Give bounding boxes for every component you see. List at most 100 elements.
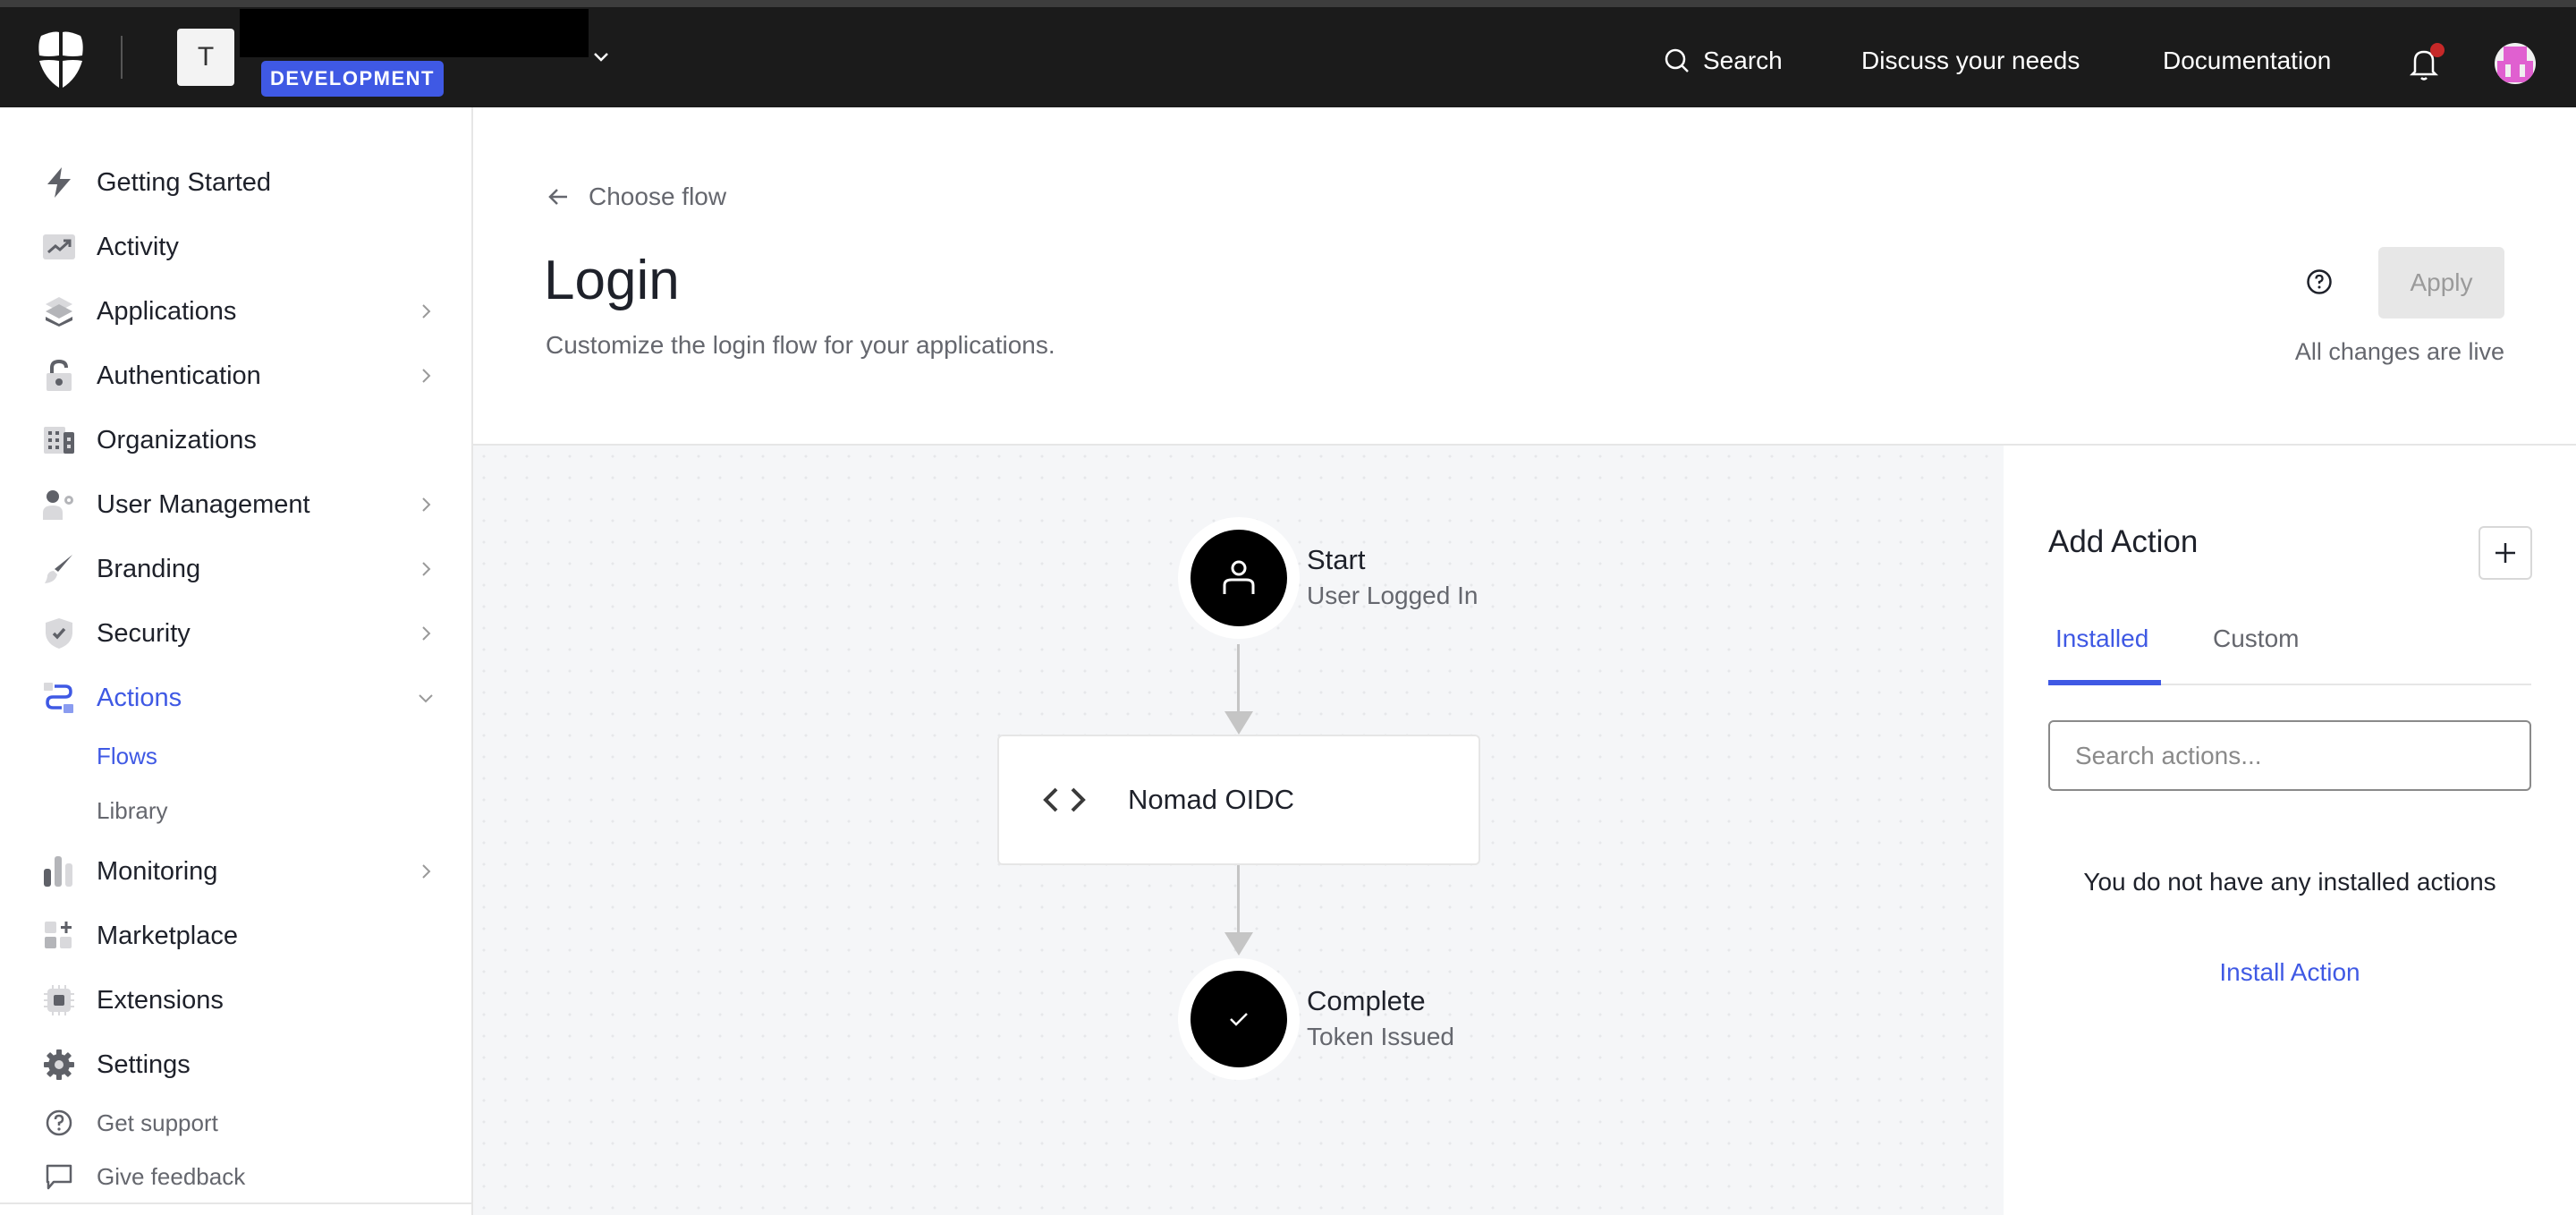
arrow-left-icon (548, 189, 567, 205)
get-support-label: Get support (97, 1109, 218, 1136)
sidebar: Getting Started Activity Applications Au… (0, 107, 473, 1215)
sidebar-item-label: Organizations (97, 425, 257, 455)
apply-button[interactable]: Apply (2378, 247, 2504, 319)
install-action-link[interactable]: Install Action (2048, 958, 2531, 987)
tenant-name-redacted[interactable] (240, 9, 589, 57)
help-icon[interactable] (2306, 268, 2333, 295)
user-avatar[interactable] (2495, 43, 2536, 84)
complete-node-title: Complete (1307, 985, 1426, 1016)
search-icon (1665, 48, 1689, 72)
lightning-icon (43, 166, 75, 199)
unlock-icon (43, 360, 75, 392)
changes-live-note: All changes are live (2294, 338, 2504, 365)
page-description: Customize the login flow for your applic… (546, 331, 1055, 359)
page-title: Login (544, 250, 680, 311)
chevron-down-icon (419, 694, 433, 703)
sidebar-item-extensions[interactable]: Extensions (43, 973, 436, 1027)
chevron-down-icon[interactable] (590, 47, 612, 68)
flow-arrow-icon (1224, 932, 1253, 956)
sidebar-item-label: Activity (97, 232, 179, 261)
start-node-subtitle: User Logged In (1307, 582, 1479, 609)
give-feedback-label: Give feedback (97, 1162, 246, 1190)
chevron-right-icon (422, 626, 431, 641)
sidebar-item-activity[interactable]: Activity (43, 220, 436, 274)
sidebar-item-branding[interactable]: Branding (43, 542, 436, 596)
checkmark-icon (1230, 1013, 1248, 1026)
discuss-needs-link[interactable]: Discuss your needs (1861, 47, 2080, 75)
sidebar-item-security[interactable]: Security (43, 607, 436, 660)
flow-connector (1237, 865, 1240, 935)
back-link-label: Choose flow (589, 183, 727, 210)
sidebar-item-label: User Management (97, 489, 310, 519)
sidebar-item-getting-started[interactable]: Getting Started (43, 156, 436, 209)
actions-flow-icon (43, 682, 75, 714)
sidebar-item-label: Getting Started (97, 167, 272, 197)
back-to-choose-flow-link[interactable]: Choose flow (546, 183, 726, 211)
empty-state-message: You do not have any installed actions (2083, 868, 2496, 896)
sidebar-item-label: Security (97, 618, 191, 648)
create-action-button[interactable] (2479, 526, 2532, 580)
auth0-logo-icon[interactable] (36, 30, 86, 89)
window-top-strip (0, 0, 2576, 7)
flow-arrow-icon (1224, 711, 1253, 735)
gear-icon (43, 1049, 75, 1081)
sidebar-subitem-flows[interactable]: Flows (97, 743, 157, 770)
sidebar-item-label: Applications (97, 296, 237, 326)
sidebar-divider (0, 1202, 471, 1204)
grid-plus-icon (43, 920, 75, 952)
complete-node-subtitle: Token Issued (1307, 1023, 1454, 1050)
sidebar-item-label: Actions (97, 683, 182, 712)
get-support-link[interactable]: Get support (43, 1100, 218, 1145)
sidebar-item-actions[interactable]: Actions (43, 671, 436, 725)
sidebar-item-label: Extensions (97, 985, 224, 1015)
flow-action-card[interactable]: Nomad OIDC (997, 735, 1480, 865)
sidebar-item-marketplace[interactable]: Marketplace (43, 909, 436, 963)
tab-custom[interactable]: Custom (2213, 624, 2299, 653)
building-icon (43, 424, 75, 456)
sidebar-subitem-library[interactable]: Library (97, 797, 167, 825)
sidebar-item-authentication[interactable]: Authentication (43, 349, 436, 403)
chevron-right-icon (422, 369, 431, 383)
chevron-right-icon (422, 304, 431, 319)
shield-check-icon (43, 617, 75, 650)
sidebar-item-label: Authentication (97, 361, 261, 390)
search-actions-input[interactable] (2048, 720, 2531, 791)
plus-icon (2496, 543, 2515, 563)
add-action-panel: Add Action Installed Custom You do not h… (2004, 446, 2576, 1215)
help-circle-icon (43, 1107, 75, 1139)
tab-installed[interactable]: Installed (2055, 624, 2148, 653)
chip-icon (43, 984, 75, 1016)
start-node-title: Start (1307, 544, 1366, 575)
panel-tabs: Installed Custom (2048, 616, 2531, 685)
search-button[interactable]: Search (1664, 47, 1783, 75)
give-feedback-link[interactable]: Give feedback (43, 1154, 245, 1199)
search-label: Search (1703, 47, 1783, 74)
chevron-right-icon (422, 497, 431, 512)
paintbrush-icon (43, 553, 75, 585)
panel-title: Add Action (2048, 524, 2199, 559)
topbar-divider (121, 36, 123, 79)
sidebar-item-label: Settings (97, 1049, 191, 1079)
sidebar-item-monitoring[interactable]: Monitoring (43, 845, 436, 898)
avatar-pattern-icon (2497, 47, 2533, 82)
flow-connector (1237, 644, 1240, 714)
trend-chart-icon (43, 231, 75, 263)
sidebar-item-label: Marketplace (97, 921, 238, 950)
notification-badge (2430, 43, 2445, 57)
sidebar-item-user-management[interactable]: User Management (43, 478, 436, 531)
documentation-link[interactable]: Documentation (2163, 47, 2331, 75)
active-tab-indicator (2048, 680, 2161, 685)
sidebar-item-settings[interactable]: Settings (43, 1038, 436, 1092)
code-brackets-icon (1043, 787, 1086, 812)
layers-icon (43, 295, 75, 327)
sidebar-item-organizations[interactable]: Organizations (43, 413, 436, 467)
sidebar-item-label: Monitoring (97, 856, 218, 886)
tenant-avatar[interactable]: T (177, 29, 234, 86)
chevron-right-icon (422, 562, 431, 576)
user-icon (1223, 560, 1255, 594)
bar-chart-icon (43, 855, 75, 888)
sidebar-item-applications[interactable]: Applications (43, 285, 436, 338)
flow-start-node (1178, 517, 1300, 639)
top-navigation-bar: T DEVELOPMENT Search Discuss your needs … (0, 7, 2576, 107)
chevron-right-icon (422, 864, 431, 879)
